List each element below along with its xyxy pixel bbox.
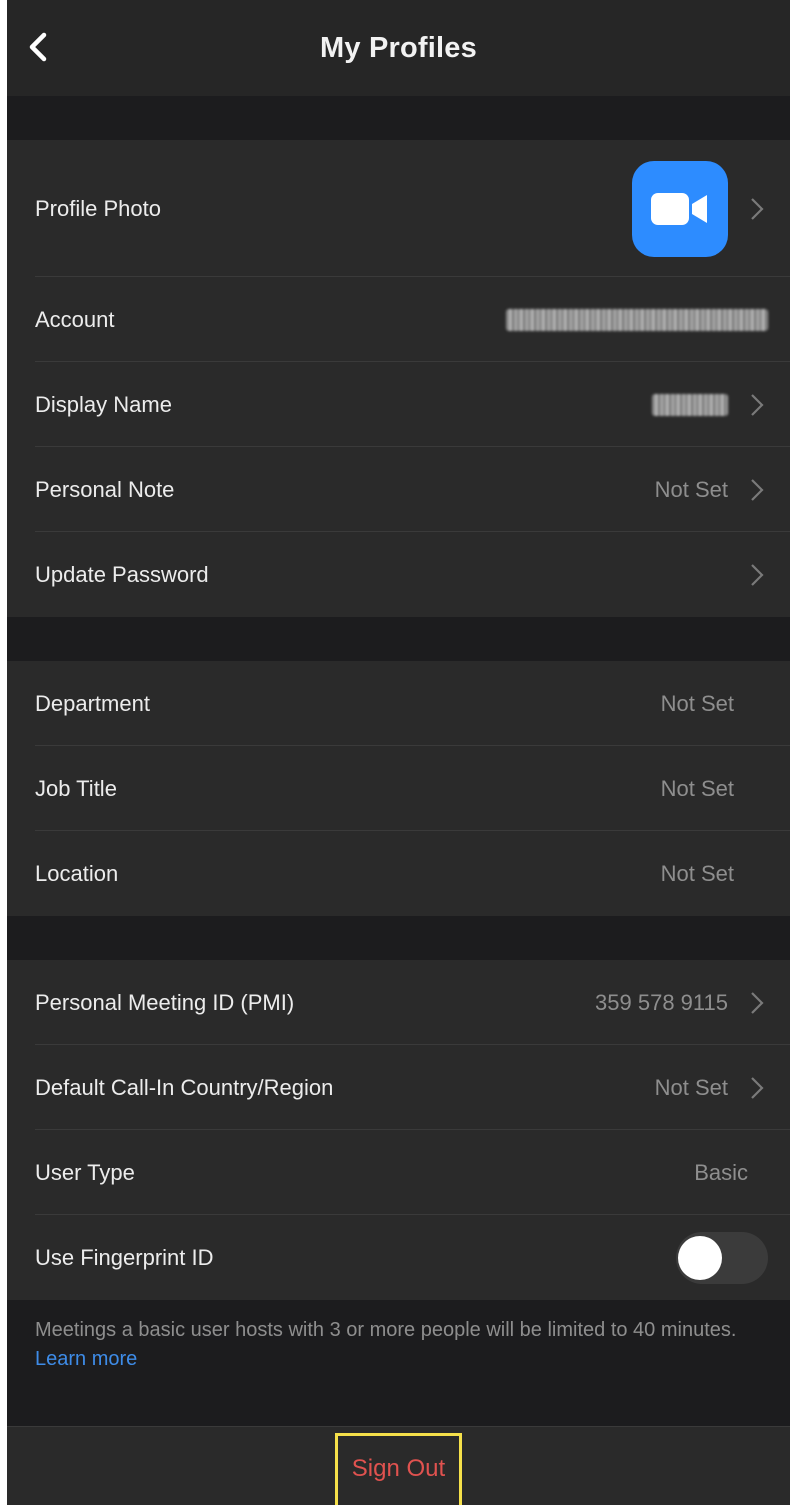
call-in-country-label: Default Call-In Country/Region — [35, 1074, 334, 1100]
profile-screen: My Profiles Profile Photo Account Displa… — [0, 0, 797, 1505]
back-arrow-icon — [29, 32, 47, 62]
page-title: My Profiles — [320, 31, 477, 64]
call-in-country-row[interactable]: Default Call-In Country/Region Not Set — [7, 1045, 790, 1130]
toggle-knob — [678, 1235, 722, 1280]
meeting-section: Personal Meeting ID (PMI) 359 578 9115 D… — [7, 960, 790, 1300]
zoom-camera-icon — [651, 192, 707, 225]
pmi-label: Personal Meeting ID (PMI) — [35, 989, 295, 1015]
profile-photo-row[interactable]: Profile Photo — [7, 140, 790, 277]
call-in-country-value: Not Set — [654, 1074, 728, 1100]
update-password-label: Update Password — [35, 561, 209, 587]
personal-note-label: Personal Note — [35, 476, 175, 502]
section-gap — [7, 916, 790, 960]
personal-note-value: Not Set — [654, 476, 728, 502]
section-gap — [7, 96, 790, 140]
account-value-redacted — [506, 308, 768, 331]
profile-avatar[interactable] — [632, 160, 728, 257]
update-password-row[interactable]: Update Password — [7, 532, 790, 617]
location-row: Location Not Set — [7, 831, 790, 916]
sign-out-bar: Sign Out — [7, 1426, 790, 1505]
location-value: Not Set — [660, 860, 734, 886]
chevron-right-icon — [746, 196, 768, 222]
job-title-label: Job Title — [35, 775, 117, 801]
user-type-row: User Type Basic — [7, 1130, 790, 1215]
fingerprint-row: Use Fingerprint ID — [7, 1215, 790, 1300]
learn-more-link[interactable]: Learn more — [35, 1348, 137, 1370]
chevron-right-icon — [746, 392, 768, 418]
chevron-right-icon — [746, 562, 768, 588]
chevron-right-icon — [746, 990, 768, 1016]
pmi-row[interactable]: Personal Meeting ID (PMI) 359 578 9115 — [7, 960, 790, 1045]
display-name-value-redacted — [652, 393, 728, 416]
pmi-value: 359 578 9115 — [595, 989, 728, 1015]
department-row: Department Not Set — [7, 661, 790, 746]
personal-note-row[interactable]: Personal Note Not Set — [7, 447, 790, 532]
work-info-section: Department Not Set Job Title Not Set Loc… — [7, 661, 790, 916]
note-text: Meetings a basic user hosts with 3 or mo… — [35, 1319, 737, 1341]
user-type-label: User Type — [35, 1159, 135, 1185]
fingerprint-toggle[interactable] — [676, 1231, 768, 1284]
top-bar: My Profiles — [7, 0, 790, 96]
job-title-value: Not Set — [660, 775, 734, 801]
section-gap — [7, 617, 790, 661]
user-type-value: Basic — [694, 1159, 748, 1185]
display-name-label: Display Name — [35, 391, 172, 417]
chevron-right-icon — [746, 477, 768, 503]
fingerprint-label: Use Fingerprint ID — [35, 1244, 214, 1270]
account-label: Account — [35, 306, 115, 332]
account-row: Account — [7, 277, 790, 362]
department-value: Not Set — [660, 690, 734, 716]
location-label: Location — [35, 860, 119, 886]
job-title-row: Job Title Not Set — [7, 746, 790, 831]
profile-section: Profile Photo Account Display Name Perso… — [7, 140, 790, 617]
display-name-row[interactable]: Display Name — [7, 362, 790, 447]
back-button[interactable] — [21, 30, 55, 64]
profile-photo-label: Profile Photo — [35, 195, 161, 221]
department-label: Department — [35, 690, 150, 716]
chevron-right-icon — [746, 1075, 768, 1101]
sign-out-button[interactable]: Sign Out — [334, 1432, 463, 1505]
